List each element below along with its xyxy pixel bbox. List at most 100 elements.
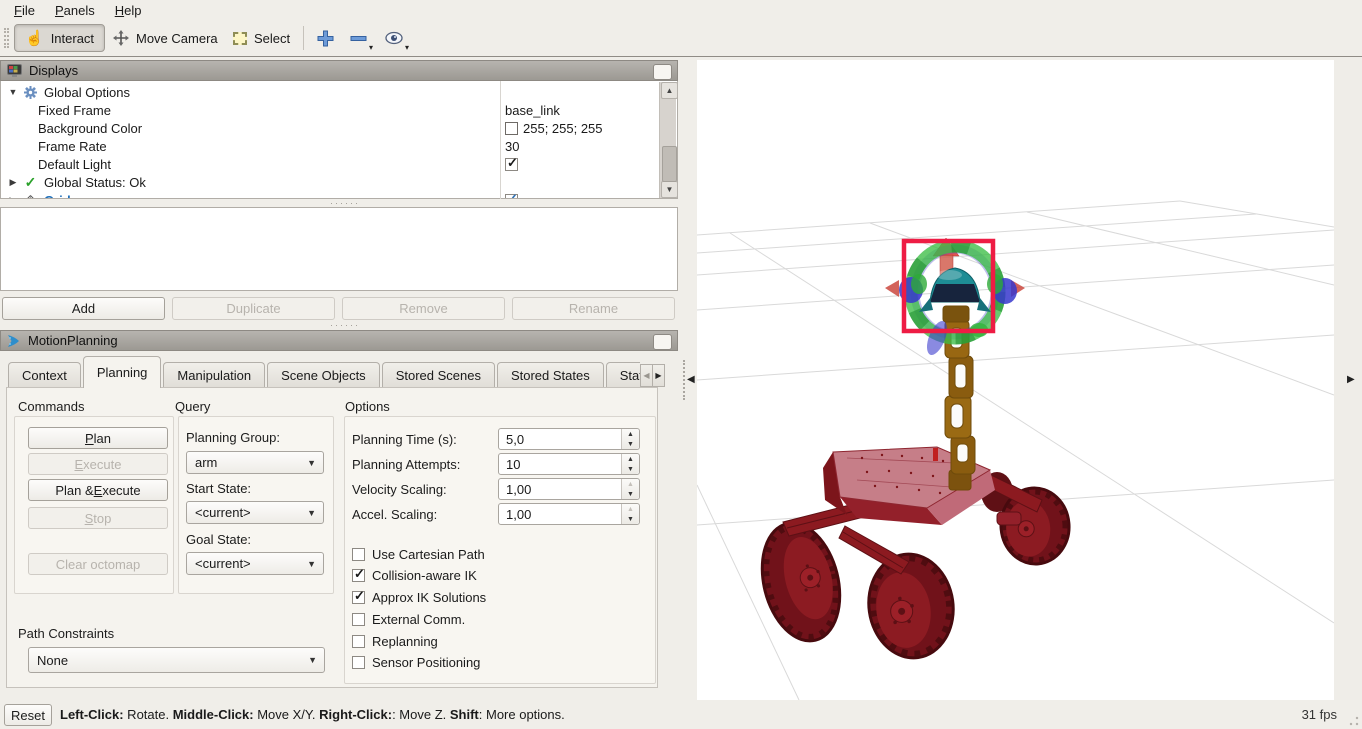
fixed-frame-value[interactable]: base_link [505, 103, 560, 118]
background-color-value[interactable]: 255; 255; 255 [505, 121, 603, 136]
spin-down-icon[interactable]: ▼ [622, 514, 639, 524]
expand-arrow-icon[interactable]: ▶ [7, 195, 19, 199]
plan-button[interactable]: Plan [28, 427, 168, 449]
spin-down-icon[interactable]: ▼ [622, 489, 639, 499]
3d-viewport[interactable] [696, 60, 1335, 701]
collapse-panel-left-icon[interactable]: ◀ [687, 374, 695, 385]
tree-column-divider[interactable] [500, 81, 501, 199]
tree-row-frame-rate[interactable]: Frame Rate 30 [1, 137, 658, 155]
approx-ik-solutions-checkbox[interactable] [352, 588, 365, 604]
velocity-scaling-spinner[interactable]: 1,00 ▲ ▼ [498, 478, 640, 500]
fixed-frame-label: Fixed Frame [38, 102, 111, 118]
menu-bar: File Panels Help [0, 0, 1362, 20]
tab-scroll-right-icon[interactable]: ▶ [652, 364, 665, 387]
menu-help[interactable]: Help [105, 1, 152, 20]
panel-splitter[interactable] [683, 360, 685, 400]
sensor-positioning-checkbox[interactable] [352, 656, 365, 669]
duplicate-display-button[interactable]: Duplicate [172, 297, 335, 320]
tab-scene-objects[interactable]: Scene Objects [267, 362, 380, 387]
add-display-button[interactable]: Add [2, 297, 165, 320]
collision-aware-ik-checkbox[interactable] [352, 566, 365, 582]
mouse-hints: Left-Click: Rotate. Middle-Click: Move X… [60, 707, 565, 722]
robot-rover[interactable] [751, 446, 1073, 663]
camera-view-dropdown-arrow[interactable]: ▾ [405, 43, 409, 52]
interact-tool-button[interactable]: ☝ Interact [14, 24, 106, 52]
planning-time-spinner[interactable]: 5,0 ▲ ▼ [498, 428, 640, 450]
displays-scrollbar[interactable]: ▲ ▼ [659, 82, 678, 198]
use-cartesian-path-checkbox[interactable] [352, 548, 365, 561]
tab-stored-scenes[interactable]: Stored Scenes [381, 362, 495, 387]
tree-row-global-status[interactable]: ▶ ✓ Global Status: Ok [1, 173, 658, 191]
motion-planning-float-button[interactable] [653, 334, 672, 350]
tab-manipulation[interactable]: Manipulation [163, 362, 266, 387]
external-comm-checkbox[interactable] [352, 613, 365, 626]
stop-button[interactable]: Stop [28, 507, 168, 529]
grid-checkbox[interactable] [505, 191, 518, 198]
toolbar-drag-handle[interactable] [4, 28, 9, 48]
query-section-label: Query [175, 399, 211, 414]
collapse-arrow-icon[interactable]: ▼ [7, 87, 19, 97]
motion-planning-titlebar[interactable]: MotionPlanning [0, 330, 678, 351]
scroll-up-icon[interactable]: ▲ [661, 82, 678, 99]
planning-attempts-spinner[interactable]: 10 ▲ ▼ [498, 453, 640, 475]
chevron-down-icon: ▼ [307, 457, 316, 468]
eye-icon [385, 31, 403, 45]
path-constraints-combo[interactable]: None ▼ [28, 647, 325, 673]
tab-planning[interactable]: Planning [82, 356, 162, 388]
3d-scene[interactable] [696, 60, 1335, 701]
resize-grip[interactable] [1349, 716, 1359, 726]
frame-rate-value[interactable]: 30 [505, 139, 519, 154]
accel-scaling-spinner[interactable]: 1,00 ▲ ▼ [498, 503, 640, 525]
spin-up-icon[interactable]: ▲ [622, 454, 639, 464]
spin-up-icon[interactable]: ▲ [622, 479, 639, 489]
planning-group-combo[interactable]: arm ▼ [186, 451, 324, 474]
motion-planning-tabs: Context Planning Manipulation Scene Obje… [8, 356, 640, 388]
select-label: Select [254, 30, 291, 46]
spin-up-icon[interactable]: ▲ [622, 429, 639, 439]
move-camera-tool-button[interactable]: Move Camera [102, 24, 229, 52]
tree-row-background-color[interactable]: Background Color 255; 255; 255 [1, 119, 658, 137]
interactive-marker[interactable] [885, 237, 1025, 358]
spin-up-icon[interactable]: ▲ [622, 504, 639, 514]
zoom-in-button[interactable] [310, 24, 341, 52]
goal-state-combo[interactable]: <current> ▼ [186, 552, 324, 575]
planning-group-label: Planning Group: [186, 430, 280, 445]
replanning-label: Replanning [372, 634, 438, 649]
splitter-handle[interactable]: ······ [330, 320, 360, 330]
spin-down-icon[interactable]: ▼ [622, 439, 639, 449]
tab-stored-states[interactable]: Stored States [496, 362, 604, 387]
reset-button[interactable]: Reset [4, 704, 52, 726]
collision-aware-ik-label: Collision-aware IK [372, 568, 477, 583]
replanning-checkbox[interactable] [352, 635, 365, 648]
select-tool-button[interactable]: Select [222, 24, 301, 52]
displays-panel-float-button[interactable] [653, 64, 672, 80]
zoom-out-button[interactable]: ▾ [343, 24, 374, 52]
displays-panel-titlebar[interactable]: Displays [0, 60, 678, 81]
scroll-down-icon[interactable]: ▼ [661, 181, 678, 198]
execute-button[interactable]: Execute [28, 453, 168, 475]
scrollbar-thumb[interactable] [662, 146, 677, 182]
approx-ik-solutions-label: Approx IK Solutions [372, 590, 487, 605]
tree-row-fixed-frame[interactable]: Fixed Frame base_link [1, 101, 658, 119]
start-state-combo[interactable]: <current> ▼ [186, 501, 324, 524]
rename-display-button[interactable]: Rename [512, 297, 675, 320]
menu-panels[interactable]: Panels [45, 1, 105, 20]
camera-view-button[interactable]: ▾ [378, 24, 410, 52]
tab-status[interactable]: Status [605, 362, 640, 387]
default-light-checkbox[interactable] [505, 155, 518, 171]
remove-display-button[interactable]: Remove [342, 297, 505, 320]
clear-octomap-button[interactable]: Clear octomap [28, 553, 168, 575]
expand-arrow-icon[interactable]: ▶ [7, 177, 19, 188]
color-swatch[interactable] [505, 121, 518, 135]
tree-row-default-light[interactable]: Default Light [1, 155, 658, 173]
menu-file[interactable]: File [4, 1, 45, 20]
zoom-out-dropdown-arrow[interactable]: ▾ [369, 43, 373, 52]
tree-row-global-options[interactable]: ▼ Global Options [1, 83, 658, 101]
plan-and-execute-button[interactable]: Plan & Execute [28, 479, 168, 501]
sensor-positioning-label: Sensor Positioning [372, 655, 481, 670]
spin-down-icon[interactable]: ▼ [622, 464, 639, 474]
expand-panel-right-icon[interactable]: ▶ [1347, 374, 1355, 385]
tab-context[interactable]: Context [8, 362, 81, 387]
path-constraints-label: Path Constraints [18, 626, 115, 641]
status-ok-check-icon: ✓ [24, 173, 37, 190]
